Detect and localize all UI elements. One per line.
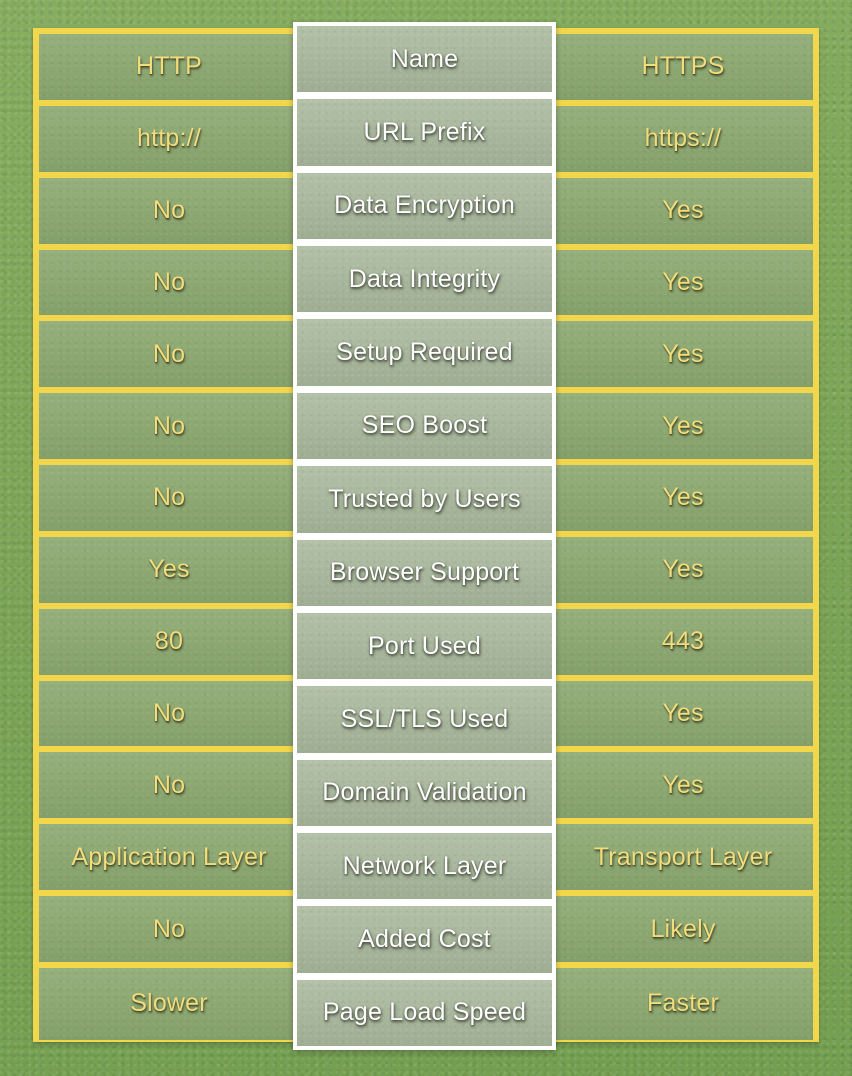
cell-http-text: Slower xyxy=(130,989,208,1018)
center-cell-text: Setup Required xyxy=(336,338,513,367)
center-cell-text: Data Integrity xyxy=(348,264,501,293)
cell-http: Yes xyxy=(39,537,299,603)
cell-http: No xyxy=(39,250,299,316)
center-cell-text: URL Prefix xyxy=(363,118,486,147)
cell-https: HTTPS xyxy=(553,34,813,100)
cell-http: No xyxy=(39,752,299,818)
cell-http: Application Layer xyxy=(39,824,299,890)
cell-https-text: Yes xyxy=(662,483,704,512)
center-cell: Name xyxy=(293,22,556,96)
cell-https: Yes xyxy=(553,752,813,818)
cell-http-text: No xyxy=(152,914,186,943)
cell-http-text: No xyxy=(152,339,186,368)
center-cell-text: Port Used xyxy=(368,631,481,660)
center-cell-text: Page Load Speed xyxy=(322,998,527,1027)
center-cell-text: SEO Boost xyxy=(361,411,488,440)
center-cell: SSL/TLS Used xyxy=(293,682,556,756)
cell-http-text: http:// xyxy=(137,124,201,153)
center-cell: Data Integrity xyxy=(293,242,556,316)
cell-http: No xyxy=(39,321,299,387)
cell-http-text: 80 xyxy=(154,627,184,656)
center-cell-text: Added Cost xyxy=(358,924,491,953)
cell-http: 80 xyxy=(39,609,299,675)
cell-http-text: No xyxy=(152,699,186,728)
cell-http-text: No xyxy=(152,196,186,225)
cell-https-text: Yes xyxy=(662,770,704,799)
infographic-canvas: HTTP HTTPS http:// https:// No Yes No Ye… xyxy=(0,0,852,1076)
cell-https: Faster xyxy=(553,968,813,1040)
cell-https-text: Yes xyxy=(662,267,704,296)
center-cell: URL Prefix xyxy=(293,95,556,169)
cell-http-text: No xyxy=(152,411,186,440)
cell-http: No xyxy=(39,393,299,459)
center-label-column: Name URL Prefix Data Encryption Data Int… xyxy=(293,22,556,1051)
center-cell-text: Name xyxy=(390,44,459,73)
cell-https: Yes xyxy=(553,250,813,316)
center-cell: SEO Boost xyxy=(293,388,556,463)
cell-http-text: HTTP xyxy=(135,52,203,81)
center-cell: Trusted by Users xyxy=(293,462,556,536)
cell-http-text: Application Layer xyxy=(71,842,267,871)
center-cell: Setup Required xyxy=(293,315,556,389)
cell-https: Yes xyxy=(553,537,813,603)
center-cell-text: Browser Support xyxy=(329,558,520,587)
center-cell-text: Network Layer xyxy=(342,851,507,880)
cell-https: Yes xyxy=(553,393,813,459)
cell-http: Slower xyxy=(39,968,299,1040)
center-cell: Domain Validation xyxy=(293,755,556,829)
center-cell-text: Trusted by Users xyxy=(328,484,521,513)
center-cell: Port Used xyxy=(293,608,556,683)
cell-https-text: Yes xyxy=(662,196,704,225)
cell-http: No xyxy=(39,178,299,244)
cell-https: Yes xyxy=(553,178,813,244)
cell-https: Yes xyxy=(553,681,813,747)
center-cell-text: SSL/TLS Used xyxy=(340,704,509,733)
center-cell-text: Data Encryption xyxy=(334,191,515,220)
cell-http: HTTP xyxy=(39,34,299,100)
cell-https: Likely xyxy=(553,896,813,962)
cell-https-text: Faster xyxy=(646,989,720,1018)
cell-https: 443 xyxy=(553,609,813,675)
cell-https-text: Yes xyxy=(662,411,704,440)
cell-https: https:// xyxy=(553,106,813,172)
cell-https: Yes xyxy=(553,321,813,387)
center-cell: Network Layer xyxy=(293,828,556,903)
center-cell: Browser Support xyxy=(293,535,556,609)
cell-https: Transport Layer xyxy=(553,824,813,890)
cell-https-text: Likely xyxy=(650,914,716,943)
center-cell: Added Cost xyxy=(293,902,556,976)
cell-https-text: Yes xyxy=(662,339,704,368)
cell-http-text: No xyxy=(152,483,186,512)
cell-http: http:// xyxy=(39,106,299,172)
cell-https-text: Transport Layer xyxy=(593,842,773,871)
center-cell-text: Domain Validation xyxy=(322,778,527,807)
cell-http: No xyxy=(39,681,299,747)
cell-https-text: HTTPS xyxy=(641,52,725,81)
center-cell: Page Load Speed xyxy=(293,975,556,1051)
cell-https: Yes xyxy=(553,465,813,531)
cell-http-text: No xyxy=(152,770,186,799)
cell-https-text: https:// xyxy=(644,124,722,153)
cell-http: No xyxy=(39,896,299,962)
cell-http-text: No xyxy=(152,267,186,296)
cell-http-text: Yes xyxy=(148,555,190,584)
cell-https-text: Yes xyxy=(662,699,704,728)
cell-https-text: 443 xyxy=(661,627,705,656)
center-cell: Data Encryption xyxy=(293,168,556,243)
cell-http: No xyxy=(39,465,299,531)
cell-https-text: Yes xyxy=(662,555,704,584)
